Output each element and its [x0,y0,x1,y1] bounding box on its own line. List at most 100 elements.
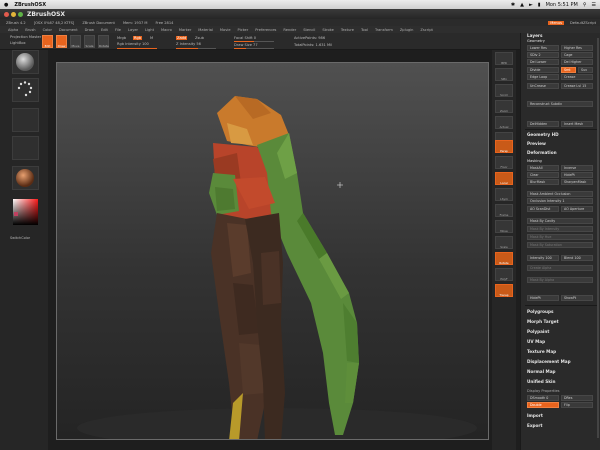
showpt-button[interactable]: ShowPt [561,295,593,301]
menu-item-file[interactable]: File [115,28,121,32]
edit-mode-button[interactable]: Edit [42,35,53,48]
m-toggle[interactable]: M [150,36,153,40]
mask-by-alpha-button[interactable]: Mask By Alpha [527,277,593,283]
menu-item-transform[interactable]: Transform [375,28,393,32]
sdiv-slider[interactable]: SDiv 2 [527,52,559,58]
menu-item-macro[interactable]: Macro [161,28,172,32]
zsub-toggle[interactable]: Zsub [195,36,204,40]
persp-button[interactable]: Persp [495,140,513,153]
projection-master-button[interactable]: Projection Master [10,35,41,39]
mask-by-saturation-button[interactable]: Mask By Saturation [527,242,593,248]
menu-item-document[interactable]: Document [59,28,78,32]
draw-size-track[interactable] [234,48,274,49]
material-picker[interactable] [12,166,39,190]
dres-slider[interactable]: DRes [561,395,593,401]
display-properties-section[interactable]: Display Properties [527,389,560,393]
mask-ao-button[interactable]: Mask Ambient Occlusion [527,191,593,197]
texture-picker[interactable] [12,136,39,160]
geometry-section[interactable]: Geometry [527,39,545,43]
lightbox-button[interactable]: LightBox [10,41,26,45]
delhidden-button[interactable]: DelHidden [527,121,559,127]
reconstruct-subdiv-button[interactable]: Reconstruct Subdiv [527,101,593,107]
hidept-button[interactable]: HidePt [561,172,593,178]
menu-item-picker[interactable]: Picker [238,28,249,32]
inverse-button[interactable]: Inverse [561,165,593,171]
floor-button[interactable]: Floor [495,156,513,169]
hidept-button-2[interactable]: HidePt [527,295,559,301]
stroke-picker[interactable] [12,78,39,102]
maximize-window-button[interactable] [18,11,23,17]
volume-icon[interactable]: ► [529,2,533,8]
texture-map-section[interactable]: Texture Map [527,349,556,354]
sharpen-mask-button[interactable]: SharpenMask [561,179,593,185]
menu-item-alpha[interactable]: Alpha [8,28,18,32]
crease-button[interactable]: Crease [561,74,593,80]
focal-shift-track[interactable] [234,41,274,42]
mask-all-button[interactable]: MaskAll [527,165,559,171]
menus-toggle[interactable]: Menus [548,20,564,25]
menu-item-movie[interactable]: Movie [220,28,231,32]
bluetooth-icon[interactable]: ✱ [511,2,515,8]
del-higher-button[interactable]: Del Higher [561,59,593,65]
frame-button[interactable]: Frame [495,204,513,217]
dsmooth-slider[interactable]: DSmooth 0 [527,395,559,401]
apple-icon[interactable]: ● [4,2,8,8]
macos-app-name[interactable]: ZBrushOSX [14,2,46,8]
menu-item-edit[interactable]: Edit [101,28,108,32]
zadd-toggle[interactable]: Zadd [176,36,188,40]
move-mode-button[interactable]: Move [70,35,81,48]
suv-toggle[interactable]: Suv [578,67,593,73]
polygroups-section[interactable]: Polygroups [527,309,554,314]
spix-button[interactable]: SPix [495,68,513,81]
actual-button[interactable]: Actual [495,116,513,129]
menu-item-render[interactable]: Render [283,28,296,32]
preview-section[interactable]: Preview [527,141,546,146]
layers-section[interactable]: Layers [527,33,543,38]
zoom-button[interactable]: Zoom [495,100,513,113]
z-intensity-track[interactable] [176,48,216,49]
menu-item-draw[interactable]: Draw [85,28,94,32]
menu-item-brush[interactable]: Brush [25,28,35,32]
lower-res-button[interactable]: Lower Res [527,45,559,51]
battery-icon[interactable]: ▮ [538,2,541,8]
geometry-hd-section[interactable]: Geometry HD [527,132,559,137]
divide-button[interactable]: Divide [527,67,559,73]
rotate-mode-button[interactable]: Rotate [98,35,109,48]
polyf-button[interactable]: PolyF [495,268,513,281]
clear-mask-button[interactable]: Clear [527,172,559,178]
close-window-button[interactable] [4,11,9,17]
color-picker[interactable] [12,198,39,228]
rgb-intensity-track[interactable] [117,48,157,49]
scroll-button[interactable]: Scroll [495,84,513,97]
import-section[interactable]: Import [527,413,543,418]
minimize-window-button[interactable] [11,11,16,17]
mask-by-cavity-button[interactable]: Mask By Cavity [527,218,593,224]
search-icon[interactable]: ⚲ [583,2,587,8]
default-zscript-button[interactable]: DefaultZScript [570,21,596,25]
lsym-button[interactable]: LSym [495,188,513,201]
double-toggle[interactable]: Double [527,402,559,408]
menu-item-material[interactable]: Material [198,28,213,32]
transp-button[interactable]: Transp [495,284,513,297]
del-lower-button[interactable]: Del Lower [527,59,559,65]
masking-section[interactable]: Masking [527,159,542,163]
z-intensity-slider[interactable]: Z Intensity 56 [176,42,201,46]
export-section[interactable]: Export [527,423,543,428]
switch-color-label[interactable]: SwitchColor [10,236,30,240]
scale-view-button[interactable]: Scale [495,236,513,249]
morph-target-section[interactable]: Morph Target [527,319,559,324]
uv-map-section[interactable]: UV Map [527,339,545,344]
create-alpha-button[interactable]: Create Alpha [527,265,593,271]
ao-scandist-slider[interactable]: AO ScanDist [527,206,559,212]
unified-skin-section[interactable]: Unified Skin [527,379,555,384]
menu-item-marker[interactable]: Marker [179,28,191,32]
cage-button[interactable]: Cage [561,52,593,58]
local-button[interactable]: Local [495,172,513,185]
wifi-icon[interactable]: ▲ [520,2,524,8]
menu-item-stroke[interactable]: Stroke [322,28,333,32]
rgb-intensity-slider[interactable]: Rgb Intensity 100 [117,42,149,46]
deformation-section[interactable]: Deformation [527,150,557,155]
alpha-picker[interactable] [12,108,39,132]
palette-scrollbar[interactable] [597,38,599,438]
menu-item-layer[interactable]: Layer [128,28,138,32]
